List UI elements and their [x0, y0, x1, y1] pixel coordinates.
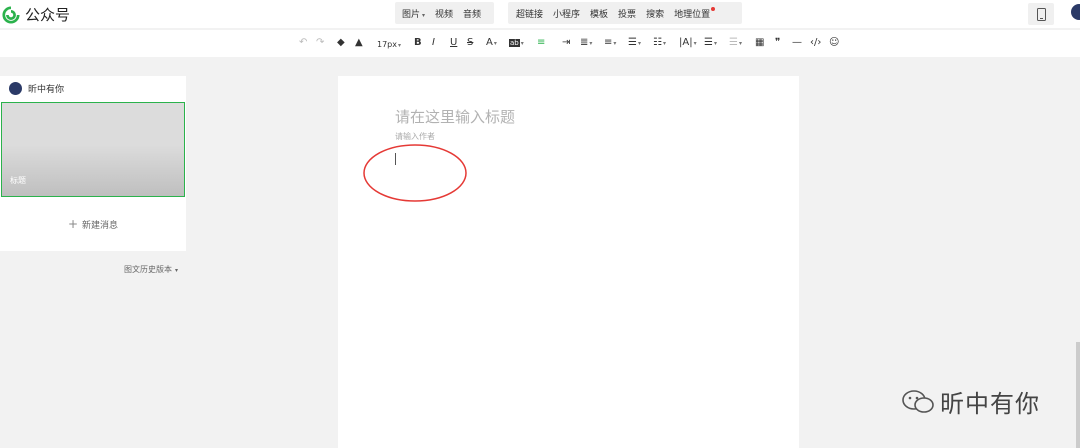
list-spacing-icon[interactable]: ☷▾ [653, 36, 666, 51]
article-list-panel: 昕中有你 标题 + 新建消息 [0, 76, 186, 251]
new-message-label: 新建消息 [82, 221, 119, 231]
app-title: 公众号 [25, 6, 71, 24]
chevron-down-icon: ▾ [422, 11, 426, 19]
wechat-official-logo-icon [2, 5, 20, 24]
history-versions-button[interactable]: 图文历史版本 ▾ [124, 264, 178, 275]
chevron-down-icon: ▾ [175, 267, 179, 274]
top-bar: 公众号 图片 ▾ 视频 音频 超链接 小程序 模板 投票 搜索 地理位置 [0, 0, 1080, 28]
mobile-preview-button[interactable] [1028, 3, 1054, 25]
letter-spacing-icon[interactable]: |A|▾ [679, 36, 697, 51]
insert-audio-button[interactable]: 音频 [458, 7, 486, 20]
clear-format-icon[interactable]: ▲ [355, 36, 363, 50]
code-button[interactable]: ‹/› [810, 36, 821, 50]
account-header: 昕中有你 [9, 82, 64, 95]
phone-icon [1036, 7, 1046, 21]
line-height-icon[interactable]: ≣▾ [580, 36, 592, 51]
quote-button[interactable]: ❞ [775, 36, 780, 50]
background-color-button[interactable]: ab ▾ [509, 36, 524, 51]
align-justify-icon[interactable]: ≡ [537, 36, 545, 50]
insert-location-button[interactable]: 地理位置 [669, 6, 720, 20]
undo-icon[interactable]: ↶ [299, 36, 307, 50]
title-input[interactable]: 请在这里输入标题 [395, 106, 515, 127]
insert-video-button[interactable]: 视频 [430, 7, 458, 20]
redo-icon[interactable]: ↷ [316, 36, 324, 50]
author-input[interactable]: 请输入作者 [395, 131, 435, 142]
indent-icon[interactable]: ⇥ [562, 36, 570, 50]
font-color-button[interactable]: A▾ [486, 36, 497, 51]
annotation-circle [363, 144, 467, 202]
format-toolbar: ↶ ↷ ◆ ▲ 17px▾ B I U S A▾ ab ▾ ≡ ⇥ ≣▾ ≡▾ ☰… [0, 30, 1080, 57]
format-painter-icon[interactable]: ◆ [337, 36, 345, 50]
align-center-icon[interactable]: ≡▾ [604, 36, 616, 51]
numbered-list-icon[interactable]: ☰▾ [729, 36, 742, 51]
account-avatar [9, 82, 22, 95]
insert-link-button[interactable]: 超链接 [511, 7, 548, 20]
insert-miniprogram-button[interactable]: 小程序 [548, 7, 585, 20]
watermark-text: 昕中有你 [940, 390, 1040, 418]
new-message-button[interactable]: + 新建消息 [0, 217, 186, 231]
insert-template-button[interactable]: 模板 [585, 7, 613, 20]
insert-media-group: 图片 ▾ 视频 音频 [395, 2, 494, 24]
font-size-select[interactable]: 17px▾ [377, 38, 401, 53]
table-icon[interactable]: ▦ [755, 36, 764, 50]
plus-icon: + [67, 217, 79, 231]
bold-button[interactable]: B [414, 36, 422, 50]
new-badge [711, 6, 716, 11]
history-label: 图文历史版本 [124, 265, 172, 274]
horizontal-rule-button[interactable]: — [792, 36, 802, 50]
article-card-title: 标题 [10, 176, 26, 185]
watermark: 昕中有你 [900, 384, 1040, 419]
strikethrough-button[interactable]: S [467, 36, 473, 50]
article-card[interactable]: 标题 [1, 102, 185, 197]
wechat-icon [902, 389, 934, 413]
bullet-list-icon[interactable]: ☰▾ [704, 36, 717, 51]
right-edge-bar [1076, 342, 1080, 448]
insert-search-button[interactable]: 搜索 [641, 7, 669, 20]
insert-image-button[interactable]: 图片 ▾ [397, 7, 430, 20]
account-name: 昕中有你 [28, 85, 65, 95]
paragraph-spacing-icon[interactable]: ☰▾ [628, 36, 641, 51]
user-avatar[interactable] [1071, 4, 1080, 20]
insert-other-group: 超链接 小程序 模板 投票 搜索 地理位置 [508, 2, 742, 24]
app-logo[interactable]: 公众号 [2, 4, 70, 25]
editor-page[interactable]: 请在这里输入标题 请输入作者 [338, 76, 799, 448]
insert-vote-button[interactable]: 投票 [613, 7, 641, 20]
italic-button[interactable]: I [432, 36, 435, 50]
underline-button[interactable]: U [450, 36, 457, 50]
emoji-icon[interactable]: ☺ [829, 36, 839, 50]
